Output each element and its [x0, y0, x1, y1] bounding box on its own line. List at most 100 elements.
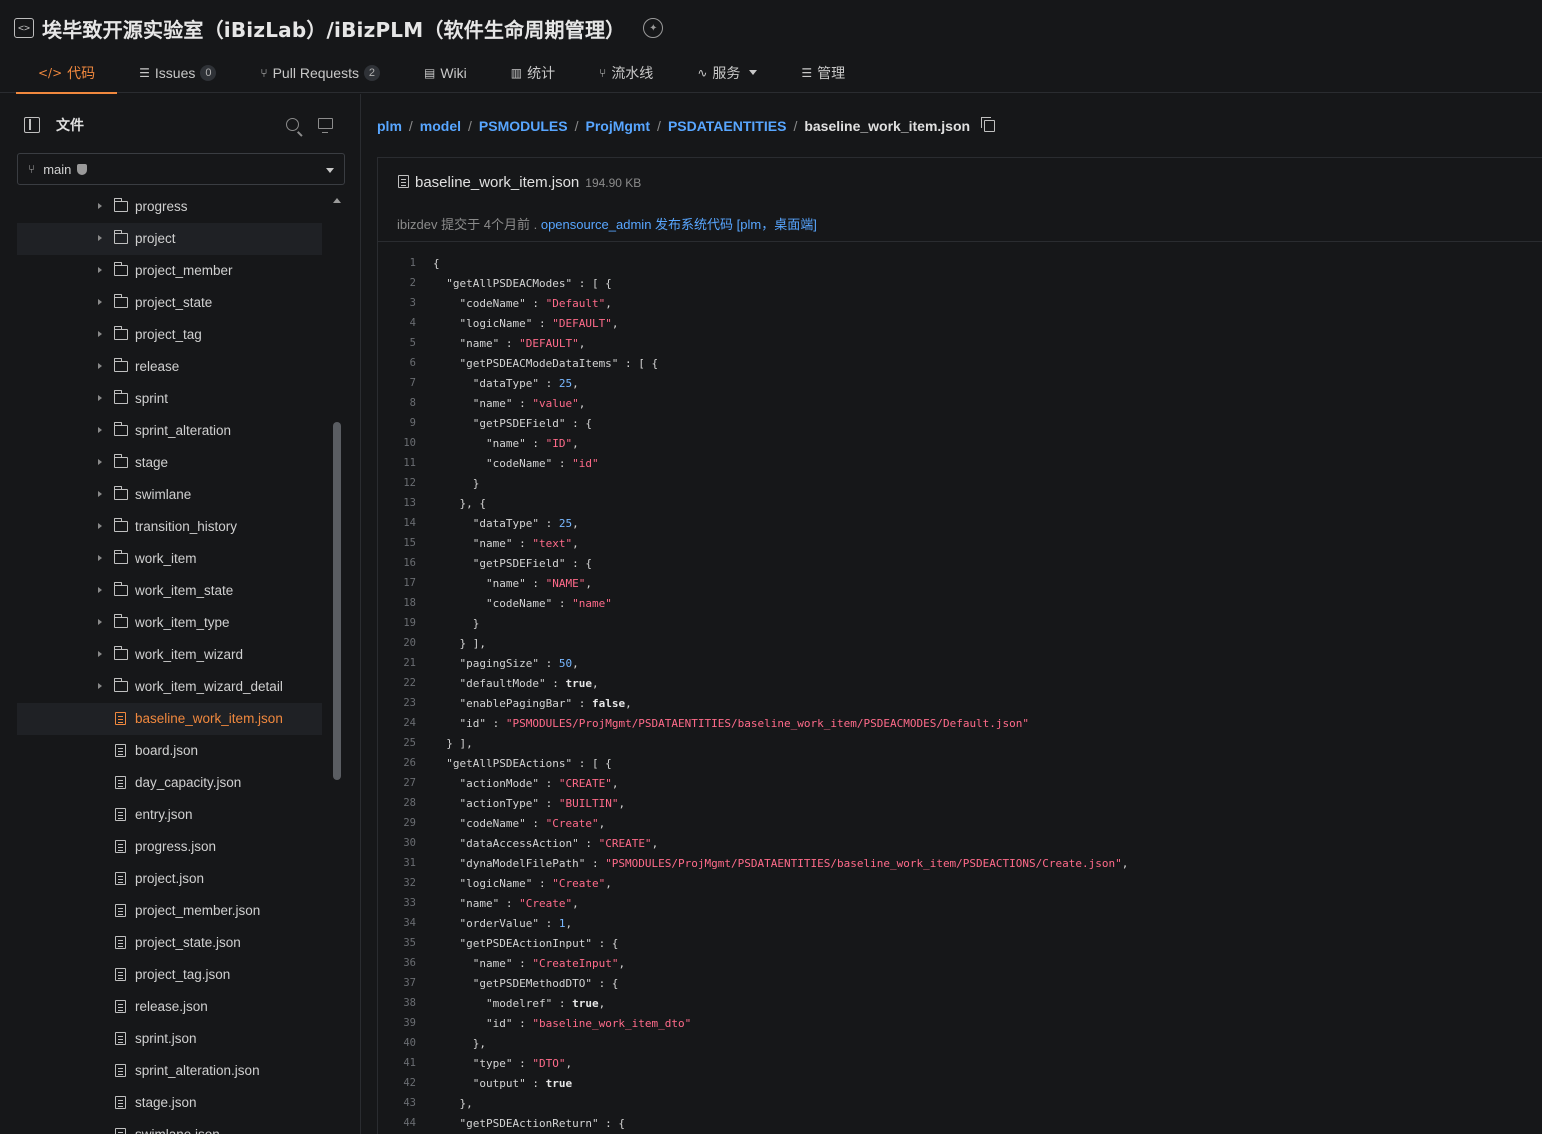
- line-number[interactable]: 13: [378, 497, 416, 509]
- tree-folder-item[interactable]: work_item_type: [17, 607, 322, 639]
- tree-folder-item[interactable]: project_state: [17, 287, 322, 319]
- branch-select[interactable]: ⑂ main: [17, 153, 345, 185]
- line-number[interactable]: 1: [378, 257, 416, 269]
- breadcrumb-link[interactable]: PSMODULES: [479, 118, 568, 134]
- breadcrumb-link[interactable]: plm: [377, 118, 402, 134]
- line-number[interactable]: 41: [378, 1057, 416, 1069]
- line-number[interactable]: 8: [378, 397, 416, 409]
- tree-file-item[interactable]: progress.json: [17, 831, 322, 863]
- line-number[interactable]: 21: [378, 657, 416, 669]
- chevron-right-icon[interactable]: [98, 683, 102, 689]
- tree-folder-item[interactable]: project_member: [17, 255, 322, 287]
- line-number[interactable]: 19: [378, 617, 416, 629]
- line-number[interactable]: 18: [378, 597, 416, 609]
- file-tree-scrollbar[interactable]: [333, 422, 341, 780]
- tree-folder-item[interactable]: swimlane: [17, 479, 322, 511]
- tab-7[interactable]: ☰ 管理: [779, 52, 867, 93]
- line-number[interactable]: 14: [378, 517, 416, 529]
- line-number[interactable]: 29: [378, 817, 416, 829]
- chevron-right-icon[interactable]: [98, 619, 102, 625]
- line-number[interactable]: 42: [378, 1077, 416, 1089]
- chevron-right-icon[interactable]: [98, 491, 102, 497]
- line-number[interactable]: 24: [378, 717, 416, 729]
- line-number[interactable]: 2: [378, 277, 416, 289]
- chevron-right-icon[interactable]: [98, 427, 102, 433]
- tree-file-item[interactable]: sprint_alteration.json: [17, 1055, 322, 1087]
- tab-0[interactable]: </> 代码: [16, 52, 118, 94]
- tree-folder-item[interactable]: sprint: [17, 383, 322, 415]
- tree-file-item[interactable]: entry.json: [17, 799, 322, 831]
- tree-file-item[interactable]: stage.json: [17, 1087, 322, 1119]
- tree-file-item[interactable]: swimlane.json: [17, 1119, 322, 1134]
- sidebar-collapse-icon[interactable]: [24, 117, 40, 133]
- line-number[interactable]: 32: [378, 877, 416, 889]
- line-number[interactable]: 40: [378, 1037, 416, 1049]
- tree-file-item[interactable]: day_capacity.json: [17, 767, 322, 799]
- tab-3[interactable]: ▤ Wiki: [402, 52, 489, 93]
- line-number[interactable]: 11: [378, 457, 416, 469]
- line-number[interactable]: 43: [378, 1097, 416, 1109]
- line-number[interactable]: 33: [378, 897, 416, 909]
- line-number[interactable]: 35: [378, 937, 416, 949]
- breadcrumb-link[interactable]: ProjMgmt: [585, 118, 650, 134]
- chevron-right-icon[interactable]: [98, 331, 102, 337]
- line-number[interactable]: 7: [378, 377, 416, 389]
- tree-folder-item[interactable]: progress: [17, 191, 322, 223]
- line-number[interactable]: 15: [378, 537, 416, 549]
- commit-author[interactable]: ibizdev: [397, 217, 437, 232]
- line-number[interactable]: 34: [378, 917, 416, 929]
- line-number[interactable]: 9: [378, 417, 416, 429]
- line-number[interactable]: 20: [378, 637, 416, 649]
- tree-file-item[interactable]: project_member.json: [17, 895, 322, 927]
- line-number[interactable]: 30: [378, 837, 416, 849]
- line-number[interactable]: 10: [378, 437, 416, 449]
- tab-5[interactable]: ⑂ 流水线: [577, 52, 675, 93]
- line-number[interactable]: 25: [378, 737, 416, 749]
- tab-4[interactable]: ▥ 统计: [489, 52, 577, 93]
- tree-folder-item[interactable]: release: [17, 351, 322, 383]
- scroll-up-arrow-icon[interactable]: [333, 198, 341, 203]
- line-number[interactable]: 26: [378, 757, 416, 769]
- tree-folder-item[interactable]: work_item_wizard: [17, 639, 322, 671]
- tree-file-item[interactable]: board.json: [17, 735, 322, 767]
- line-number[interactable]: 38: [378, 997, 416, 1009]
- chevron-right-icon[interactable]: [98, 523, 102, 529]
- chevron-right-icon[interactable]: [98, 395, 102, 401]
- chevron-right-icon[interactable]: [98, 203, 102, 209]
- tab-2[interactable]: ⑂ Pull Requests 2: [238, 52, 402, 93]
- monitor-icon[interactable]: [318, 118, 333, 133]
- tab-1[interactable]: ☰ Issues 0: [117, 52, 238, 93]
- chevron-right-icon[interactable]: [98, 363, 102, 369]
- tree-folder-item[interactable]: work_item_state: [17, 575, 322, 607]
- tree-file-item[interactable]: sprint.json: [17, 1023, 322, 1055]
- chevron-right-icon[interactable]: [98, 267, 102, 273]
- tree-file-item[interactable]: project_state.json: [17, 927, 322, 959]
- line-number[interactable]: 39: [378, 1017, 416, 1029]
- chevron-right-icon[interactable]: [98, 299, 102, 305]
- line-number[interactable]: 4: [378, 317, 416, 329]
- line-number[interactable]: 31: [378, 857, 416, 869]
- chevron-right-icon[interactable]: [98, 651, 102, 657]
- line-number[interactable]: 37: [378, 977, 416, 989]
- line-number[interactable]: 3: [378, 297, 416, 309]
- repo-title[interactable]: 埃毕致开源实验室（iBizLab）/iBizPLM（软件生命周期管理）: [42, 14, 625, 43]
- tree-folder-item[interactable]: sprint_alteration: [17, 415, 322, 447]
- line-number[interactable]: 27: [378, 777, 416, 789]
- chevron-right-icon[interactable]: [98, 555, 102, 561]
- chevron-right-icon[interactable]: [98, 587, 102, 593]
- line-number[interactable]: 22: [378, 677, 416, 689]
- tree-folder-item[interactable]: project: [17, 223, 322, 255]
- line-number[interactable]: 17: [378, 577, 416, 589]
- line-number[interactable]: 44: [378, 1117, 416, 1129]
- tree-folder-item[interactable]: transition_history: [17, 511, 322, 543]
- tree-folder-item[interactable]: work_item: [17, 543, 322, 575]
- breadcrumb-link[interactable]: model: [420, 118, 461, 134]
- tree-file-item[interactable]: project.json: [17, 863, 322, 895]
- tree-folder-item[interactable]: project_tag: [17, 319, 322, 351]
- tree-file-item[interactable]: baseline_work_item.json: [17, 703, 322, 735]
- chevron-right-icon[interactable]: [98, 235, 102, 241]
- award-badge-icon[interactable]: ✦: [643, 18, 664, 38]
- tree-file-item[interactable]: release.json: [17, 991, 322, 1023]
- line-number[interactable]: 16: [378, 557, 416, 569]
- line-number[interactable]: 6: [378, 357, 416, 369]
